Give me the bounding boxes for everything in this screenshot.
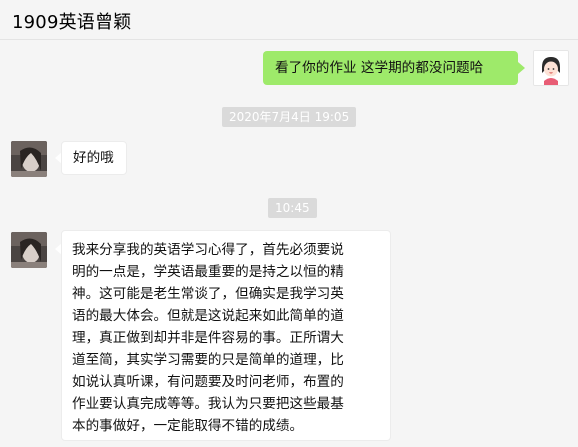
chat-window: 1909英语曾颖 看了你的作业 这学期的都没问题哈 2020年7月4日 19:0…: [0, 0, 578, 447]
message-line: 语的最大体会。但就是这说起来如此简单的道: [72, 308, 344, 324]
outgoing-message-bubble[interactable]: 看了你的作业 这学期的都没问题哈: [263, 51, 518, 85]
timestamp: 2020年7月4日 19:05: [222, 107, 357, 127]
contact-avatar-icon[interactable]: [11, 141, 47, 177]
title-bar: 1909英语曾颖: [0, 0, 578, 40]
incoming-message-bubble[interactable]: 好的哦: [61, 141, 127, 175]
message-line: 作业要认真完成等等。我认为只要把这些最基: [72, 396, 344, 412]
contact-avatar-icon[interactable]: [11, 232, 47, 268]
message-line: 我来分享我的英语学习心得了，首先必须要说: [72, 242, 344, 258]
incoming-message-bubble[interactable]: 我来分享我的英语学习心得了，首先必须要说 明的一点是，学英语最重要的是持之以恒的…: [61, 230, 391, 441]
message-line: 道至简，其实学习需要的只是简单的道理，比: [72, 352, 344, 368]
message-line: 本的事做好，一定能取得不错的成绩。: [72, 418, 304, 434]
self-avatar-icon[interactable]: [533, 50, 569, 86]
message-line: 明的一点是，学英语最重要的是持之以恒的精: [72, 264, 344, 280]
message-line: 理，真正做到却并非是件容易的事。正所谓大: [72, 330, 344, 346]
timestamp: 10:45: [268, 198, 317, 218]
message-line: 神。这可能是老生常谈了，但确实是我学习英: [72, 286, 344, 302]
message-line: 如说认真听课，有问题要及时问老师，布置的: [72, 374, 344, 390]
message-text: 看了你的作业 这学期的都没问题哈: [275, 60, 484, 76]
chat-title: 1909英语曾颖: [12, 12, 132, 33]
bubble-tail: [518, 62, 525, 74]
message-text: 好的哦: [73, 150, 114, 166]
